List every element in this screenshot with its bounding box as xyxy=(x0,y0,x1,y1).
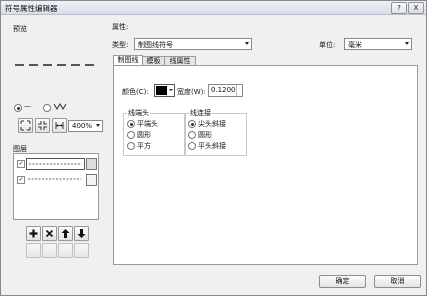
title-bar: 符号属性编辑器 ? X xyxy=(1,1,426,15)
layer-checkbox[interactable]: ✓ xyxy=(17,176,25,184)
join-round-label: 圆形 xyxy=(198,131,212,139)
join-round-radio[interactable] xyxy=(188,131,196,139)
cap-round-label: 圆形 xyxy=(137,131,151,139)
move-down-button[interactable] xyxy=(74,226,89,241)
layer-preview xyxy=(28,178,81,180)
layer-row[interactable]: ✓ xyxy=(15,157,97,170)
type-select[interactable]: 制图线符号 xyxy=(134,38,252,50)
chevron-down-icon xyxy=(96,124,100,127)
add-layer-button[interactable] xyxy=(26,226,41,241)
width-spinner[interactable]: 0.1200 xyxy=(208,84,243,97)
paste-layer-icon[interactable] xyxy=(42,243,57,258)
reset-layer-icon[interactable] xyxy=(58,243,73,258)
cap-flat-radio[interactable] xyxy=(127,120,135,128)
color-label: 颜色(C): xyxy=(122,88,149,96)
window-title: 符号属性编辑器 xyxy=(5,4,58,13)
layer-edit-icon[interactable] xyxy=(86,174,97,186)
chevron-down-icon xyxy=(245,42,249,45)
line-cap-title: 线端头 xyxy=(127,108,150,118)
chevron-down-icon xyxy=(169,89,173,91)
color-picker[interactable] xyxy=(154,84,175,97)
copy-layer-icon[interactable] xyxy=(26,243,41,258)
line-preview xyxy=(15,64,97,66)
zigzag-icon xyxy=(53,103,67,110)
merge-layer-icon[interactable] xyxy=(74,243,89,258)
cancel-button[interactable]: 取消 xyxy=(374,275,421,288)
color-swatch xyxy=(156,86,167,95)
join-miter-label: 尖头斜接 xyxy=(198,120,226,128)
type-label: 类型: xyxy=(112,41,129,49)
close-button[interactable]: X xyxy=(408,2,424,14)
dialog-window: 符号属性编辑器 ? X 预览 — 400% 图层 ✓ ✓ 属性: 类型: 制图线… xyxy=(0,0,427,296)
unit-label: 单位: xyxy=(319,41,336,49)
spinner-arrows-icon[interactable] xyxy=(236,85,242,96)
layer-preview xyxy=(26,158,85,170)
join-miter-radio[interactable] xyxy=(188,120,196,128)
solid-line-radio[interactable] xyxy=(14,104,22,112)
layer-row[interactable]: ✓ xyxy=(15,173,97,186)
zoom-out-icon[interactable] xyxy=(35,118,50,133)
fit-width-icon[interactable] xyxy=(52,118,67,133)
layers-list: ✓ ✓ xyxy=(13,153,99,220)
unit-value: 毫米 xyxy=(348,41,362,49)
ok-button[interactable]: 确定 xyxy=(319,275,366,288)
join-bevel-label: 平头斜接 xyxy=(198,142,226,150)
layer-checkbox[interactable]: ✓ xyxy=(17,160,25,168)
delete-layer-button[interactable] xyxy=(42,226,57,241)
close-icon: X xyxy=(413,4,419,12)
tab-panel: 颜色(C): 宽度(W): 0.1200 线端头 平端头 圆形 平方 线连接 尖… xyxy=(113,65,418,265)
unit-select[interactable]: 毫米 xyxy=(344,38,412,50)
chevron-down-icon xyxy=(405,42,409,45)
zoom-value: 400% xyxy=(72,122,93,130)
help-button[interactable]: ? xyxy=(391,2,407,14)
layer-lock-icon[interactable] xyxy=(86,158,97,170)
line-join-title: 线连接 xyxy=(189,108,212,118)
cap-flat-label: 平端头 xyxy=(137,120,158,128)
solid-line-label: — xyxy=(24,102,31,110)
zoom-in-icon[interactable] xyxy=(18,118,33,133)
type-value: 制图线符号 xyxy=(138,41,173,49)
join-bevel-radio[interactable] xyxy=(188,142,196,150)
cap-round-radio[interactable] xyxy=(127,131,135,139)
zoom-select[interactable]: 400% xyxy=(68,120,103,132)
cap-square-radio[interactable] xyxy=(127,142,135,150)
width-value: 0.1200 xyxy=(211,86,236,94)
zigzag-line-radio[interactable] xyxy=(43,104,51,112)
width-label: 宽度(W): xyxy=(177,88,206,96)
preview-heading: 预览 xyxy=(13,25,27,33)
properties-heading: 属性: xyxy=(112,23,129,31)
move-up-button[interactable] xyxy=(58,226,73,241)
cap-square-label: 平方 xyxy=(137,142,151,150)
